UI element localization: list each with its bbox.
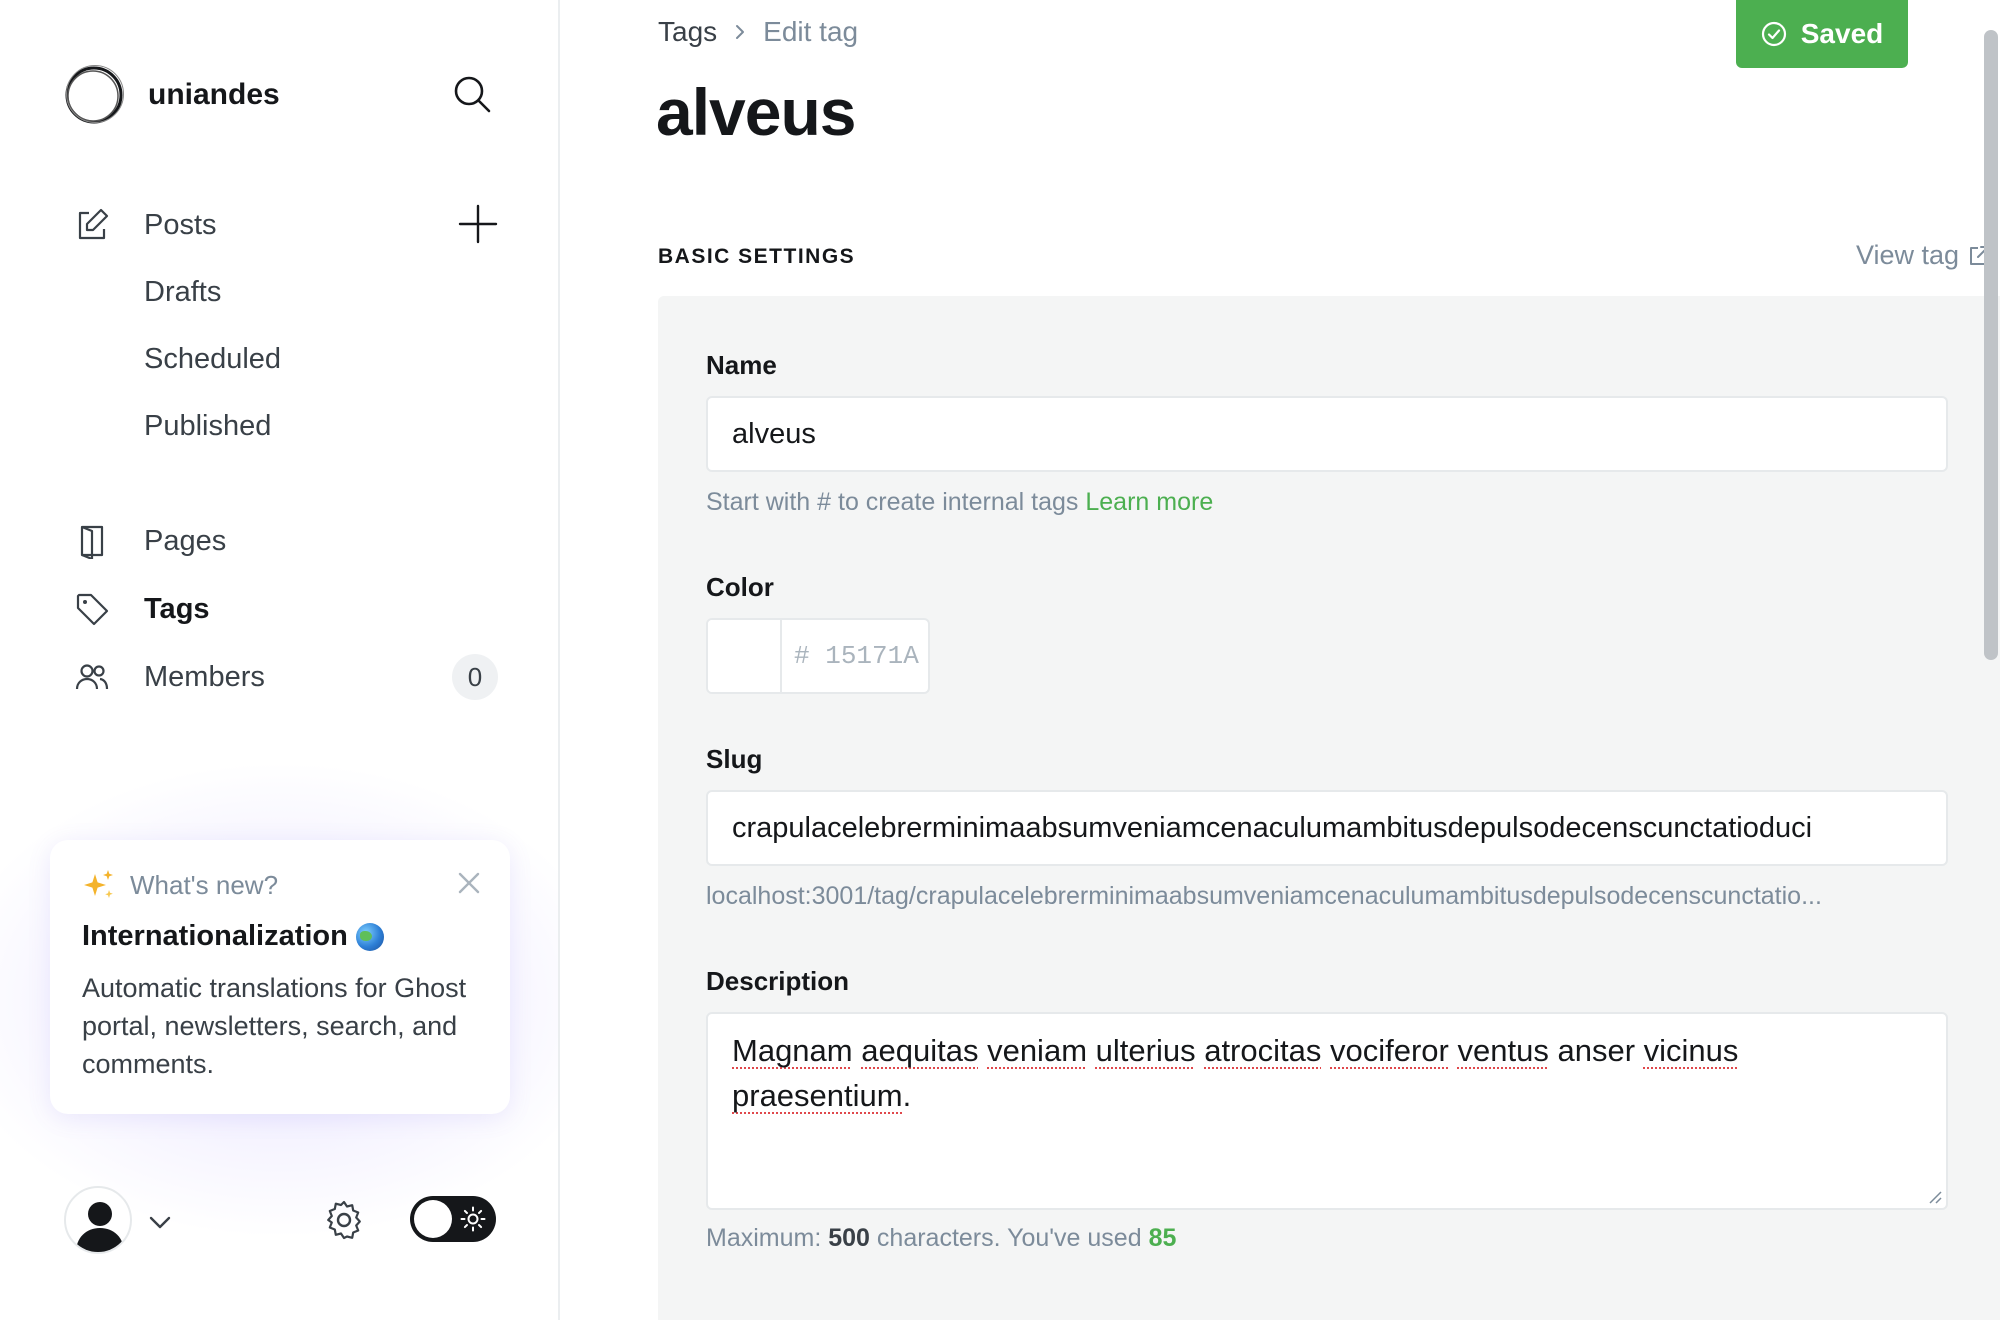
color-field[interactable]: # 15171A	[706, 618, 930, 694]
view-tag-link[interactable]: View tag	[1856, 240, 1991, 271]
color-hex-input[interactable]: # 15171A	[782, 620, 928, 692]
whats-new-title: Internationalization	[82, 920, 478, 953]
page-title: alveus	[656, 75, 856, 149]
view-tag-label: View tag	[1856, 240, 1960, 270]
color-value: 15171A	[825, 641, 919, 671]
sidebar-item-scheduled[interactable]: Scheduled	[144, 337, 281, 381]
brand-logo-icon	[65, 65, 124, 124]
close-icon[interactable]	[456, 870, 482, 896]
description-word: vicinus	[1643, 1033, 1739, 1068]
theme-toggle[interactable]	[410, 1196, 496, 1242]
breadcrumb-current: Edit tag	[763, 16, 859, 47]
scrollbar[interactable]	[1984, 30, 1998, 660]
description-label: Description	[706, 966, 850, 996]
description-word: ventus	[1457, 1033, 1549, 1068]
name-hint: Start with # to create internal tags Lea…	[706, 488, 1213, 517]
tag-icon	[72, 589, 112, 629]
sidebar-item-published[interactable]: Published	[144, 404, 271, 448]
avatar-icon	[76, 1202, 124, 1252]
user-bar	[62, 1186, 502, 1256]
whats-new-card[interactable]: What's new? Internationalization Automat…	[50, 840, 510, 1114]
name-input[interactable]: alveus	[706, 396, 1948, 472]
section-heading: BASIC SETTINGS	[658, 245, 856, 268]
members-icon	[72, 657, 112, 697]
desc-hint-prefix: Maximum:	[706, 1224, 822, 1252]
color-hash: #	[794, 641, 810, 671]
slug-url-preview: localhost:3001/tag/crapulacelebrerminima…	[706, 882, 1822, 910]
description-text: Magnam aequitas veniam ulterius atrocita…	[732, 1033, 1739, 1113]
saved-button[interactable]: Saved	[1736, 0, 1908, 68]
slug-input[interactable]: crapulacelebrerminimaabsumveniamcenaculu…	[706, 790, 1948, 866]
basic-settings-panel: Name alveus Start with # to create inter…	[658, 296, 2000, 1320]
check-circle-icon	[1761, 21, 1786, 47]
sidebar-item-tags[interactable]: Tags	[72, 581, 512, 637]
sidebar-item-label: Posts	[144, 208, 217, 241]
whats-new-header: What's new?	[82, 868, 478, 902]
site-name: uniandes	[148, 78, 280, 111]
description-word: atrocitas	[1204, 1033, 1322, 1068]
gear-icon[interactable]	[322, 1198, 366, 1242]
description-hint: Maximum: 500 characters. You've used 85	[706, 1224, 1176, 1253]
breadcrumb: Tags Edit tag	[658, 16, 858, 48]
chevron-down-icon[interactable]	[146, 1208, 174, 1236]
name-label: Name	[706, 350, 777, 380]
color-swatch[interactable]	[708, 620, 782, 692]
color-label: Color	[706, 572, 774, 602]
sidebar-item-posts[interactable]: Posts	[72, 197, 512, 253]
sidebar-item-label: Pages	[144, 524, 227, 557]
breadcrumb-tags-link[interactable]: Tags	[658, 16, 717, 48]
description-textarea[interactable]: Magnam aequitas veniam ulterius atrocita…	[706, 1012, 1948, 1210]
main-content: Tags Edit tag Saved alveus BASIC SETTING…	[560, 0, 2000, 1320]
sidebar-item-label: Tags	[144, 592, 210, 625]
plus-icon[interactable]	[456, 202, 500, 246]
desc-hint-used: 85	[1148, 1224, 1177, 1252]
avatar[interactable]	[64, 1186, 132, 1254]
learn-more-link[interactable]: Learn more	[1085, 488, 1213, 516]
whats-new-title-text: Internationalization	[82, 920, 348, 952]
description-word: aequitas	[861, 1033, 979, 1068]
whats-new-body: Automatic translations for Ghost portal,…	[82, 973, 467, 1079]
saved-button-label: Saved	[1800, 18, 1884, 49]
sidebar-item-label: Members	[144, 660, 265, 693]
description-word: Magnam	[732, 1033, 853, 1068]
search-icon[interactable]	[450, 72, 494, 116]
sparkle-icon	[84, 870, 113, 898]
description-word: veniam	[987, 1033, 1088, 1068]
sidebar-item-pages[interactable]: Pages	[72, 513, 512, 569]
sidebar: uniandes Posts Drafts Scheduled Publishe…	[0, 0, 560, 1320]
description-word: vociferor	[1330, 1033, 1449, 1068]
desc-hint-mid: characters. You've used	[876, 1224, 1142, 1252]
sidebar-item-drafts[interactable]: Drafts	[144, 270, 221, 314]
slug-label: Slug	[706, 744, 763, 774]
globe-icon	[355, 922, 384, 951]
chevron-right-icon	[736, 25, 745, 39]
desc-hint-max: 500	[828, 1224, 870, 1252]
members-count-badge: 0	[452, 654, 498, 700]
whats-new-heading: What's new?	[130, 869, 279, 900]
brand[interactable]: uniandes	[62, 62, 280, 128]
description-word: ulterius	[1095, 1033, 1196, 1068]
name-hint-text: Start with # to create internal tags	[706, 488, 1079, 516]
sidebar-item-members[interactable]: Members	[72, 649, 512, 705]
page-icon	[72, 521, 112, 561]
sun-icon	[460, 1206, 486, 1232]
description-word: anser	[1557, 1033, 1636, 1068]
description-word: praesentium	[732, 1078, 903, 1113]
edit-icon	[72, 205, 112, 245]
toggle-knob	[414, 1200, 452, 1238]
resize-handle-icon[interactable]	[1926, 1188, 1942, 1204]
